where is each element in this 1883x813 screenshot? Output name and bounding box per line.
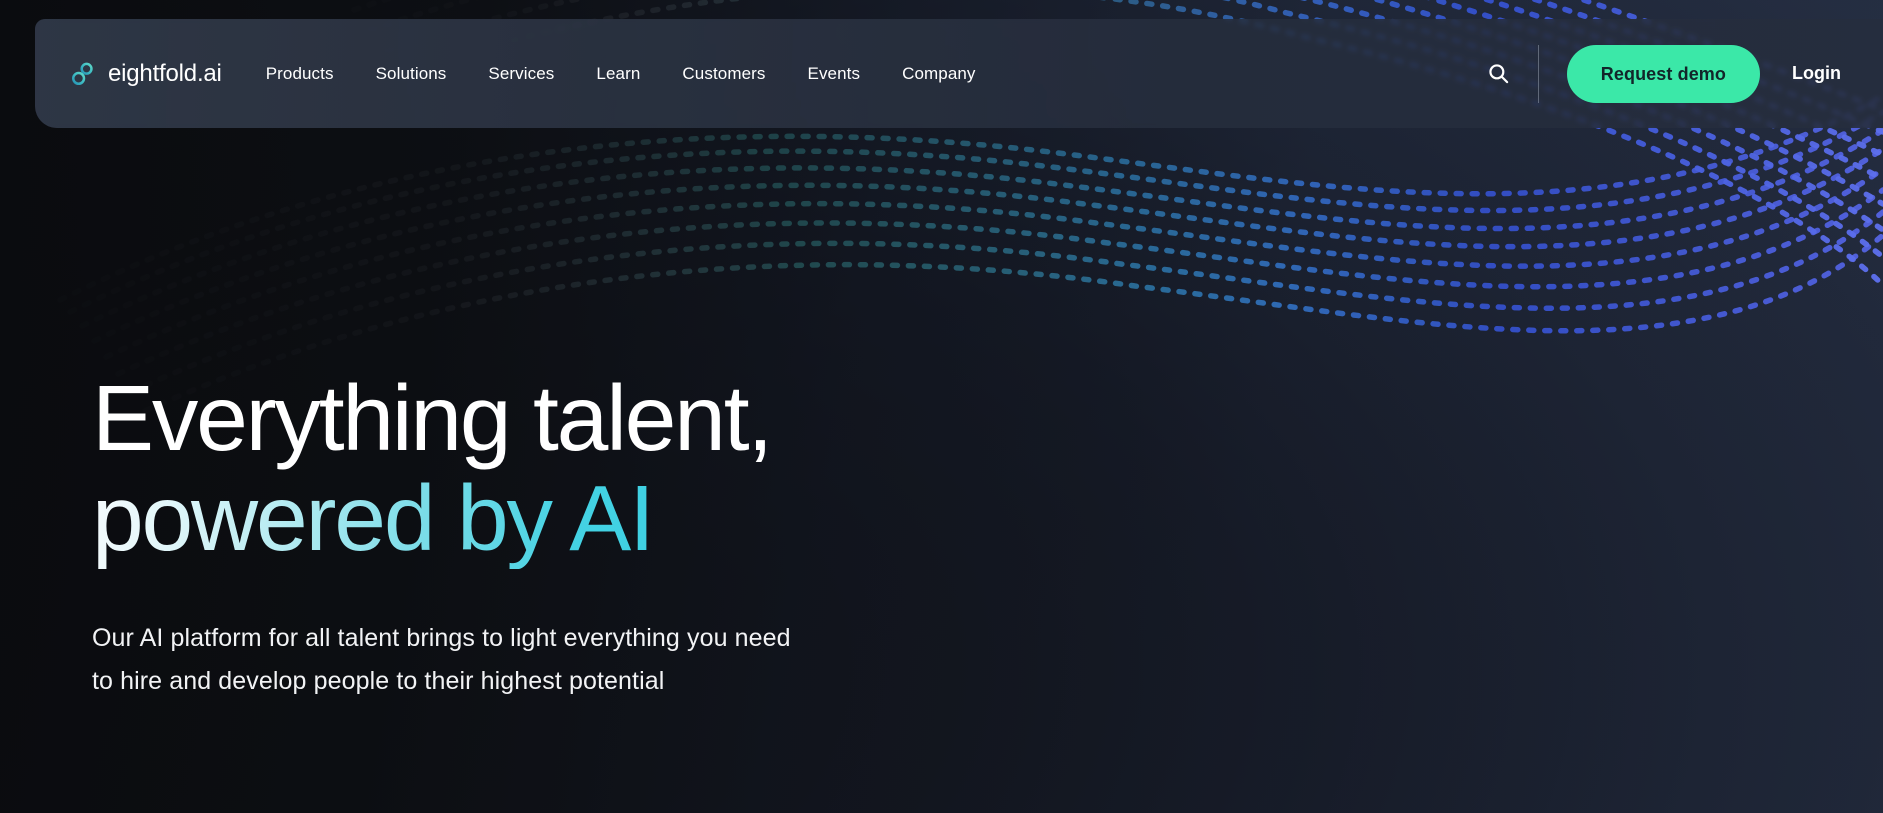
main-nav: Products Solutions Services Learn Custom…	[266, 54, 976, 94]
headline-line-2: powered by AI	[92, 468, 791, 569]
hero-subcopy-line-1: Our AI platform for all talent brings to…	[92, 623, 791, 652]
brand-logo[interactable]: eightfold.ai	[70, 60, 222, 88]
hero-page: eightfold.ai Products Solutions Services…	[0, 0, 1883, 813]
header-divider	[1537, 44, 1539, 103]
login-link[interactable]: Login	[1792, 63, 1841, 84]
nav-item-products[interactable]: Products	[266, 54, 334, 94]
nav-item-learn[interactable]: Learn	[596, 54, 640, 94]
search-icon	[1489, 64, 1509, 84]
nav-item-events[interactable]: Events	[808, 54, 861, 94]
search-button[interactable]	[1482, 57, 1516, 91]
infinity-logo-icon	[71, 62, 93, 85]
headline-line-1: Everything talent,	[92, 366, 773, 470]
header-actions: Request demo Login	[1482, 44, 1883, 103]
nav-item-solutions[interactable]: Solutions	[376, 54, 447, 94]
nav-item-services[interactable]: Services	[488, 54, 554, 94]
request-demo-button[interactable]: Request demo	[1566, 44, 1761, 103]
hero-subcopy-line-2: to hire and develop people to their high…	[92, 666, 665, 695]
brand-name: eightfold.ai	[108, 59, 222, 87]
nav-item-customers[interactable]: Customers	[682, 54, 765, 94]
nav-item-company[interactable]: Company	[902, 54, 975, 94]
hero-section: Everything talent, powered by AI Our AI …	[92, 368, 791, 703]
site-header: eightfold.ai Products Solutions Services…	[35, 19, 1883, 128]
